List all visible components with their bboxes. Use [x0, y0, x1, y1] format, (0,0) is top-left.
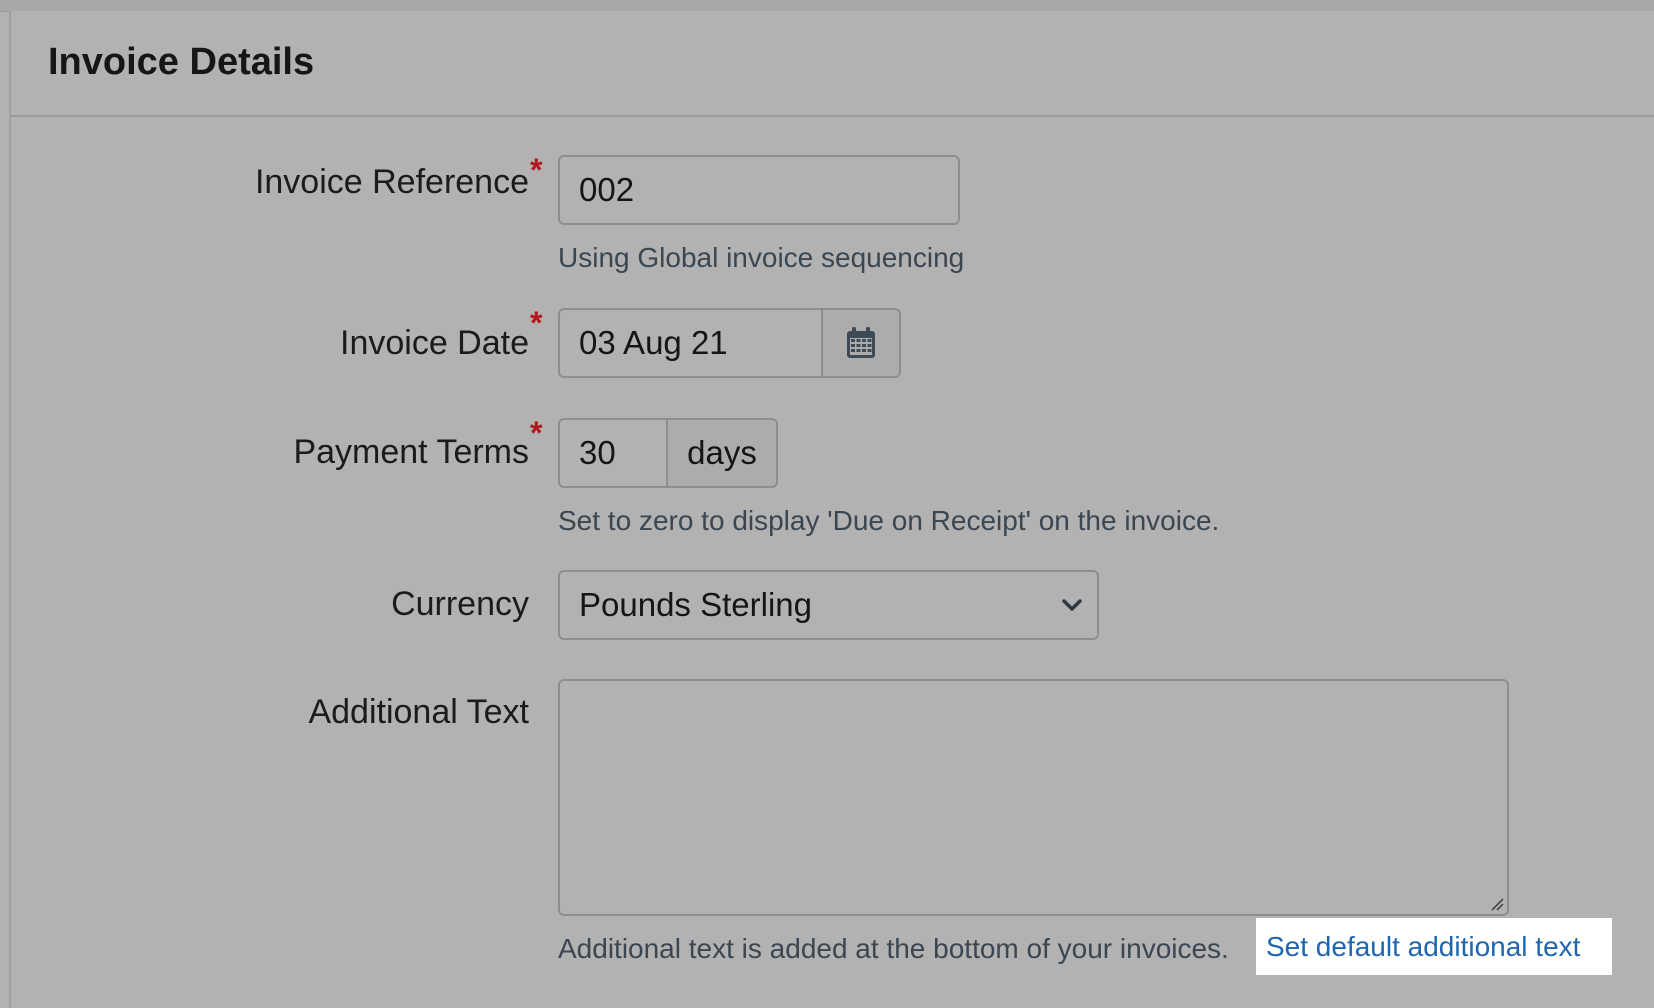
date-picker-button[interactable]	[821, 308, 901, 378]
currency-select[interactable]: Pounds Sterling	[558, 570, 1099, 640]
invoice-date-value: 03 Aug 21	[579, 324, 728, 361]
payment-terms-help: Set to zero to display 'Due on Receipt' …	[558, 505, 1220, 536]
payment-terms-unit: days	[666, 418, 778, 488]
invoice-date-label: Invoice Date	[340, 324, 529, 362]
payment-terms-label: Payment Terms	[293, 433, 529, 471]
invoice-reference-input[interactable]: 002	[558, 155, 960, 225]
panel-title: Invoice Details	[48, 41, 315, 83]
invoice-reference-value: 002	[579, 171, 635, 208]
required-marker: *	[530, 415, 543, 451]
set-default-additional-text-link[interactable]: Set default additional text	[1256, 918, 1612, 975]
currency-label: Currency	[391, 585, 529, 623]
calendar-icon	[847, 327, 875, 358]
chevron-down-icon	[1062, 599, 1082, 611]
additional-text-label: Additional Text	[308, 693, 529, 731]
invoice-reference-label: Invoice Reference	[254, 163, 529, 201]
additional-text-help: Additional text is added at the bottom o…	[558, 933, 1229, 964]
additional-text-textarea[interactable]	[558, 679, 1509, 916]
payment-terms-input[interactable]: 30	[558, 418, 668, 488]
invoice-reference-help: Using Global invoice sequencing	[558, 242, 965, 273]
payment-terms-value: 30	[579, 434, 616, 471]
invoice-date-input[interactable]: 03 Aug 21	[558, 308, 823, 378]
currency-selected-value: Pounds Sterling	[579, 586, 812, 623]
resize-handle-icon[interactable]	[1490, 897, 1504, 911]
required-marker: *	[530, 152, 543, 188]
required-marker: *	[530, 305, 543, 341]
panel-header: Invoice Details	[11, 11, 1654, 117]
